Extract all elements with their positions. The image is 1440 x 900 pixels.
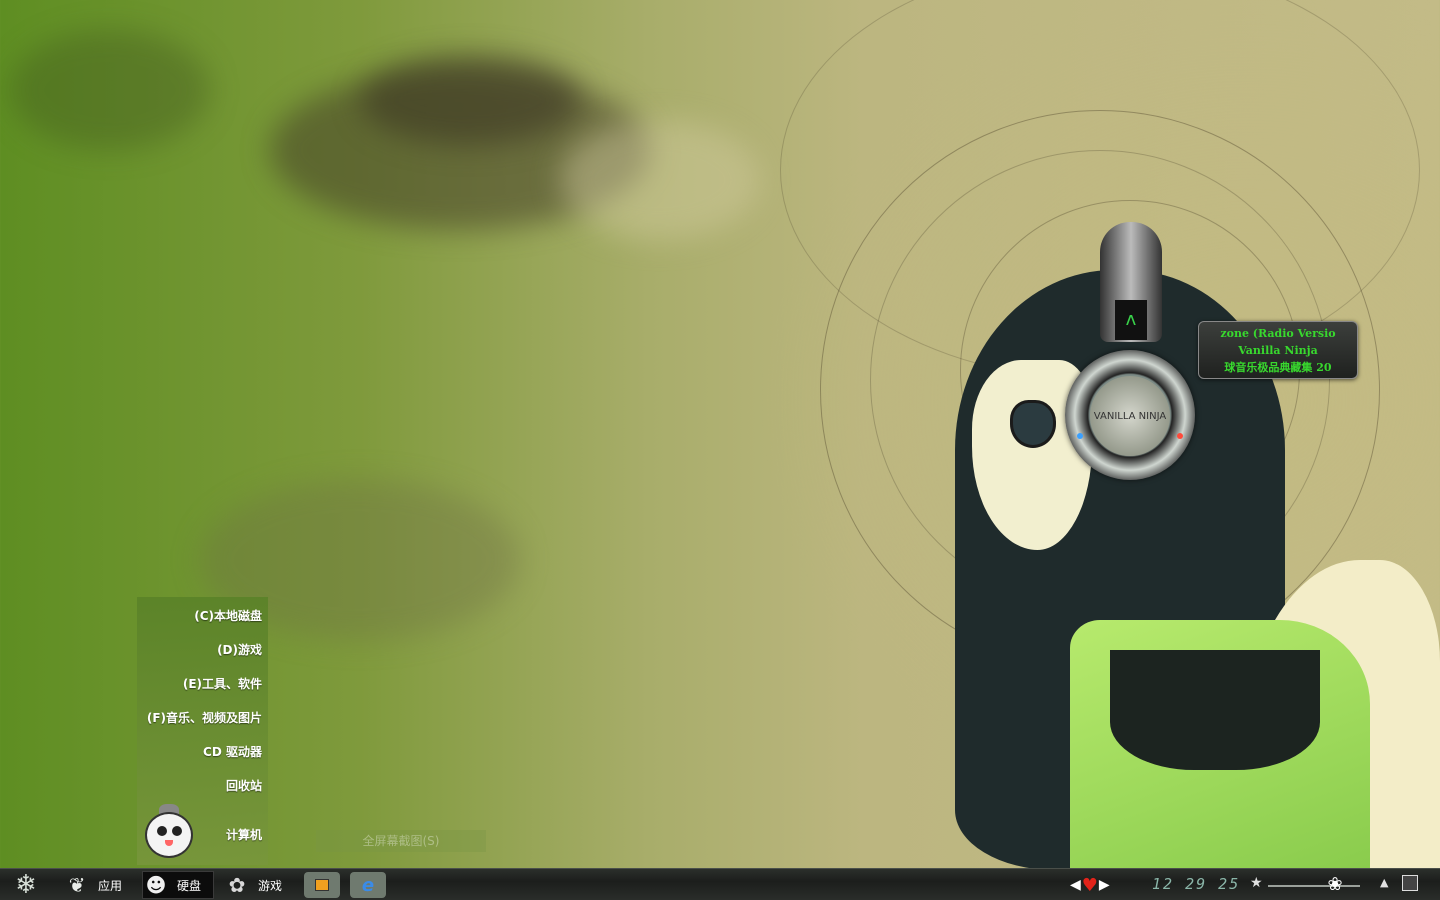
drive-item-c[interactable]: (C)本地磁盘 bbox=[194, 607, 262, 624]
media-controls: ◀ ♥ ▶ bbox=[1070, 869, 1110, 900]
taskbar-button-label: 游戏 bbox=[258, 878, 283, 893]
tray-arrow-icon[interactable]: ▲ bbox=[1380, 876, 1388, 889]
drive-item-e[interactable]: (E)工具、软件 bbox=[183, 675, 262, 692]
wallpaper-girl-eye bbox=[1010, 400, 1056, 448]
album-name: 球音乐极品典藏集 20 bbox=[1224, 361, 1332, 374]
drive-item-d[interactable]: (D)游戏 bbox=[217, 641, 262, 658]
drive-item-cd[interactable]: CD 驱动器 bbox=[203, 743, 262, 760]
artist-name: Vanilla Ninja bbox=[1238, 344, 1318, 357]
quick-launch-ie[interactable]: e bbox=[350, 872, 386, 898]
screenshot-menu-item[interactable]: 全屏幕截图(S) bbox=[316, 830, 486, 852]
taskbar-button-label: 硬盘 bbox=[177, 878, 202, 893]
taskbar-button-apps[interactable]: ❦ 应用 bbox=[64, 871, 136, 899]
now-playing-tooltip: zone (Radio Versio Vanilla Ninja 球音乐极品典藏… bbox=[1198, 321, 1358, 379]
volume-slider-thumb[interactable]: ❀ bbox=[1325, 875, 1345, 895]
media-player-icon bbox=[315, 879, 329, 891]
internet-explorer-icon: e bbox=[361, 874, 375, 896]
star-icon[interactable]: ★ bbox=[1250, 875, 1263, 891]
snowflake-icon: ❄ bbox=[15, 870, 37, 900]
song-title: zone (Radio Versio bbox=[1220, 327, 1336, 340]
quick-launch-media-player[interactable] bbox=[304, 872, 340, 898]
taskbar-button-disks[interactable]: ☻ 硬盘 bbox=[142, 871, 214, 899]
taskbar: ❄ ❦ 应用 ☻ 硬盘 ✿ 游戏 e ◀ ♥ ▶ 12 29 25 ★ ❀ ▲ bbox=[0, 868, 1440, 900]
cloud-decoration bbox=[560, 120, 760, 240]
drive-item-computer[interactable]: 计算机 bbox=[226, 826, 262, 843]
taskbar-button-games[interactable]: ✿ 游戏 bbox=[224, 871, 296, 899]
drive-item-recycle-bin[interactable]: 回收站 bbox=[226, 777, 262, 794]
mascot-icon bbox=[145, 804, 193, 858]
album-cover-text: VANILLA NINJA bbox=[1093, 410, 1167, 422]
cloud-decoration bbox=[10, 30, 210, 150]
mascot-icon: ☻ bbox=[145, 873, 167, 897]
prev-dot-icon[interactable] bbox=[1077, 433, 1083, 439]
network-icon[interactable] bbox=[1402, 875, 1418, 891]
headphone-logo-icon: ʌ bbox=[1115, 300, 1147, 340]
clock: 12 29 25 bbox=[1152, 875, 1241, 893]
drive-item-f[interactable]: (F)音乐、视频及图片 bbox=[147, 709, 262, 726]
gear-flower-icon: ✿ bbox=[228, 873, 246, 897]
wallpaper-girl-top bbox=[1110, 650, 1320, 770]
next-dot-icon[interactable] bbox=[1177, 433, 1183, 439]
start-button[interactable]: ❄ bbox=[10, 871, 42, 899]
butterfly-icon: ❦ bbox=[68, 873, 86, 897]
favorite-heart-icon[interactable]: ♥ bbox=[1082, 875, 1098, 896]
prev-track-icon[interactable]: ◀ bbox=[1070, 877, 1081, 893]
next-track-icon[interactable]: ▶ bbox=[1099, 877, 1110, 893]
cloud-decoration bbox=[360, 55, 580, 145]
album-cover[interactable]: VANILLA NINJA bbox=[1090, 376, 1170, 456]
volume-slider-track[interactable] bbox=[1268, 885, 1360, 887]
taskbar-button-label: 应用 bbox=[98, 878, 123, 893]
